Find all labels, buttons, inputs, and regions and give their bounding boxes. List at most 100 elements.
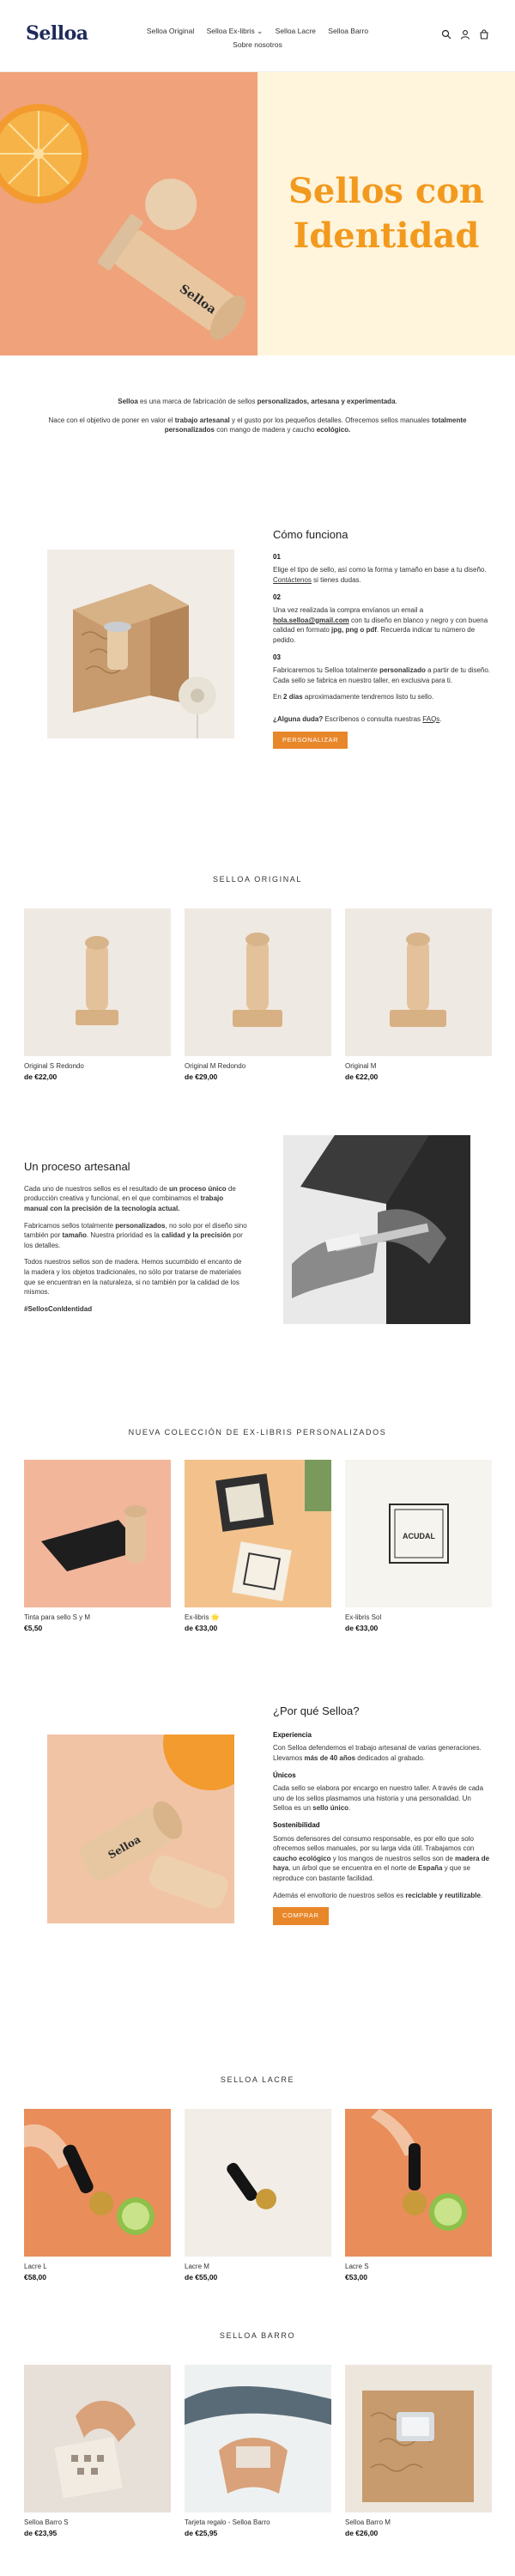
product-price: de €33,00 [345, 1623, 379, 1632]
logo[interactable]: Selloa [26, 21, 88, 48]
product-image[interactable] [24, 2365, 171, 2512]
exlibris-section-title: NUEVA COLECCIÓN DE EX-LIBRIS PERSONALIZA… [128, 1428, 387, 1437]
nav-item-about[interactable]: Sobre nosotros [233, 38, 282, 52]
product-name[interactable]: Original M Redondo [185, 1061, 331, 1072]
why-unique-heading: Únicos [273, 1771, 296, 1779]
product-price: €58,00 [24, 2272, 46, 2281]
why-title: ¿Por qué Selloa? [273, 1704, 360, 1717]
hero-text-panel: Sellos con Identidad [258, 72, 515, 355]
product-name[interactable]: Ex-libris 🌟 [185, 1613, 331, 1623]
why-sustainability-text: Somos defensores del consumo responsable… [273, 1834, 490, 1882]
product-price: de €26,00 [345, 2528, 379, 2537]
product-price: de €22,00 [24, 1072, 58, 1081]
how-it-works: Cómo funciona 01 Elige el tipo de sello,… [273, 527, 492, 750]
step-3-text: Fabricaremos tu Selloa totalmente person… [273, 666, 491, 684]
nav-item-barro[interactable]: Selloa Barro [328, 24, 368, 38]
hero-title-line1: Sellos con [288, 171, 484, 211]
intro-paragraph-2: Nace con el objetivo de poner en valor e… [48, 416, 467, 434]
product-name[interactable]: Tinta para sello S y M [24, 1613, 171, 1623]
product-card[interactable]: Lacre M de €55,00 [185, 2109, 331, 2282]
hero-image: Selloa [0, 72, 258, 355]
lacre-section-title: SELLOA LACRE [220, 2075, 295, 2084]
product-name[interactable]: Tarjeta regalo - Selloa Barro [185, 2518, 331, 2528]
step-1-number: 01 [273, 552, 281, 561]
product-name[interactable]: Lacre S [345, 2262, 492, 2272]
product-image[interactable] [24, 2109, 171, 2257]
product-image[interactable] [185, 2109, 331, 2257]
faq-text: ¿Alguna duda? Escríbenos o consulta nues… [273, 714, 442, 723]
original-products: Original S Redondo de €22,00 Original M … [24, 908, 492, 1082]
process-paragraph-2: Fabricamos sellos totalmente personaliza… [24, 1221, 247, 1249]
intro-text: Selloa es una marca de fabricación de se… [34, 397, 481, 444]
page: Selloa Selloa Original Selloa Ex-libris … [0, 0, 515, 2576]
product-price: de €22,00 [345, 1072, 379, 1081]
product-image[interactable] [345, 2365, 492, 2512]
exlibris-products: Tinta para sello S y M €5,50 Ex-libris 🌟… [24, 1460, 492, 1633]
why-experience-heading: Experiencia [273, 1730, 312, 1739]
product-price: de €23,95 [24, 2528, 58, 2537]
product-card[interactable]: ACUDAL Ex-libris Sol de €33,00 [345, 1460, 492, 1633]
product-price: de €33,00 [185, 1623, 218, 1632]
buy-button[interactable]: Comprar [273, 1907, 329, 1926]
product-price: de €25,95 [185, 2528, 218, 2537]
why-section: ¿Por qué Selloa? Experiencia Con Selloa … [273, 1704, 492, 1926]
exlibris-stamp-text: ACUDAL [403, 1532, 435, 1540]
process-paragraph-1: Cada uno de nuestros sellos es el result… [24, 1184, 236, 1213]
user-icon[interactable] [460, 29, 470, 39]
product-card[interactable]: Original M de €22,00 [345, 908, 492, 1082]
how-title: Cómo funciona [273, 528, 348, 541]
product-card[interactable]: Tarjeta regalo - Selloa Barro de €25,95 [185, 2365, 331, 2538]
personalize-button[interactable]: Personalizar [273, 731, 348, 750]
why-experience-text: Con Selloa defendemos el trabajo artesan… [273, 1744, 482, 1763]
product-image[interactable] [185, 1460, 331, 1607]
process-paragraph-3: Todos nuestros sellos son de madera. Hem… [24, 1258, 242, 1297]
product-card[interactable]: Selloa Barro S de €23,95 [24, 2365, 171, 2538]
nav-item-exlibris[interactable]: Selloa Ex-libris ⌄ [207, 24, 264, 38]
product-name[interactable]: Lacre L [24, 2262, 171, 2272]
product-card[interactable]: Original S Redondo de €22,00 [24, 908, 171, 1082]
product-name[interactable]: Original M [345, 1061, 492, 1072]
product-name[interactable]: Selloa Barro S [24, 2518, 171, 2528]
product-name[interactable]: Lacre M [185, 2262, 331, 2272]
product-card[interactable]: Ex-libris 🌟 de €33,00 [185, 1460, 331, 1633]
step-2-number: 02 [273, 592, 281, 601]
product-card[interactable]: Lacre S €53,00 [345, 2109, 492, 2282]
email-link[interactable]: hola.selloa@gmail.com [273, 617, 349, 624]
why-image: Selloa [47, 1735, 234, 1923]
hero-title-line2: Identidad [293, 216, 480, 256]
product-image[interactable]: ACUDAL [345, 1460, 492, 1607]
barro-products: Selloa Barro S de €23,95 Tarjeta regalo … [24, 2365, 492, 2538]
product-price: €53,00 [345, 2272, 367, 2281]
search-icon[interactable] [441, 29, 451, 39]
product-price: de €29,00 [185, 1072, 218, 1081]
product-image[interactable] [185, 2365, 331, 2512]
product-name[interactable]: Original S Redondo [24, 1061, 171, 1072]
contact-link[interactable]: Contáctenos [273, 576, 312, 584]
nav-item-lacre[interactable]: Selloa Lacre [276, 24, 316, 38]
faq-link[interactable]: FAQs [422, 715, 439, 723]
product-image[interactable] [185, 908, 331, 1056]
product-name[interactable]: Selloa Barro M [345, 2518, 492, 2528]
process-section: Un proceso artesanal Cada uno de nuestro… [24, 1159, 247, 1321]
product-card[interactable]: Selloa Barro M de €26,00 [345, 2365, 492, 2538]
step-1-text: Elige el tipo de sello, así como la form… [273, 566, 487, 585]
step-3-time: En 2 días aproximadamente tendremos list… [273, 693, 434, 702]
barro-section-title: SELLOA BARRO [219, 2331, 296, 2340]
product-card[interactable]: Lacre L €58,00 [24, 2109, 171, 2282]
product-name[interactable]: Ex-libris Sol [345, 1613, 492, 1623]
product-image[interactable] [345, 2109, 492, 2257]
step-2-text: Una vez realizada la compra envíanos un … [273, 606, 488, 644]
process-hashtag: #SellosConIdentidad [24, 1304, 93, 1313]
product-image[interactable] [24, 908, 171, 1056]
product-card[interactable]: Tinta para sello S y M €5,50 [24, 1460, 171, 1633]
nav-item-original[interactable]: Selloa Original [147, 24, 194, 38]
product-image[interactable] [24, 1460, 171, 1607]
product-card[interactable]: Original M Redondo de €29,00 [185, 908, 331, 1082]
product-image[interactable] [345, 908, 492, 1056]
main-nav: Selloa Original Selloa Ex-libris ⌄ Sello… [129, 24, 386, 52]
cart-icon[interactable] [479, 29, 489, 39]
step-3-number: 03 [273, 653, 281, 661]
why-packaging-text: Además el envoltorio de nuestros sellos … [273, 1891, 483, 1899]
hero-title: Sellos con Identidad [288, 169, 484, 258]
site-header: Selloa Selloa Original Selloa Ex-libris … [0, 0, 515, 72]
